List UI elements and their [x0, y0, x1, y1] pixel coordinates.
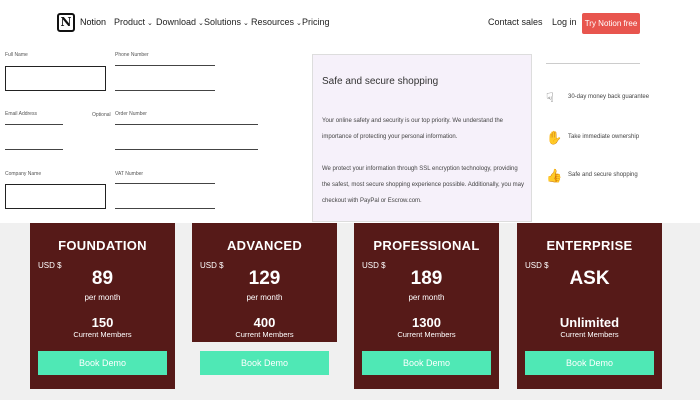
- notion-logo-icon[interactable]: N: [57, 13, 75, 32]
- brand-name[interactable]: Notion: [80, 17, 106, 27]
- plan-card-enterprise: ENTERPRISE USD $ ASK Unlimited Current M…: [517, 223, 662, 389]
- plan-price: 89: [91, 268, 114, 289]
- plan-members: 1300: [412, 315, 441, 330]
- secure-paragraph-1: Your online safety and security is our t…: [322, 118, 503, 140]
- full-name-input[interactable]: [5, 66, 106, 91]
- phone-number-input[interactable]: [115, 65, 215, 66]
- top-nav: N Notion Product ⌄ Download ⌄ Solutions ⌄ R…: [0, 0, 700, 46]
- email-address-label: Email Address: [5, 111, 37, 117]
- feature-label: 30-day money back guarantee: [568, 94, 650, 100]
- vat-number-input[interactable]: [115, 183, 215, 184]
- order-number-input-2[interactable]: [115, 149, 258, 150]
- plan-price: 129: [248, 268, 281, 289]
- feature-label: Safe and secure shopping: [568, 172, 638, 178]
- full-name-label: Full Name: [5, 52, 28, 58]
- book-demo-button[interactable]: Book Demo: [362, 351, 491, 375]
- plan-price: 189: [410, 268, 443, 289]
- plan-period: per month: [408, 293, 445, 302]
- company-name-label: Company Name: [5, 171, 42, 177]
- plan-name: ADVANCED: [226, 238, 303, 253]
- plan-card-professional: PROFESSIONAL USD $ 189 per month 1300 Cu…: [354, 223, 499, 389]
- checkout-form-section: Full Name Phone Number Email Address Opt…: [0, 46, 700, 223]
- secure-shopping-panel: Safe and secure shopping Your online saf…: [312, 54, 532, 222]
- company-name-input[interactable]: [5, 184, 106, 209]
- secure-shopping-title: Safe and secure shopping: [322, 76, 439, 87]
- email-address-input-2[interactable]: [5, 149, 63, 150]
- nav-resources[interactable]: Resources ⌄: [251, 17, 302, 27]
- money-back-icon: ☟: [546, 90, 554, 105]
- try-notion-free-button[interactable]: Try Notion free: [582, 13, 640, 34]
- secure-paragraph-2: We protect your information through SSL …: [322, 166, 525, 204]
- plan-card-foundation: FOUNDATION USD $ 89 per month 150 Curren…: [30, 223, 175, 389]
- plan-members: Unlimited: [559, 315, 620, 330]
- plan-name: PROFESSIONAL: [373, 238, 480, 253]
- contact-sales-link[interactable]: Contact sales: [488, 17, 543, 27]
- book-demo-button[interactable]: Book Demo: [525, 351, 654, 375]
- optional-label: Optional: [92, 112, 111, 118]
- divider: [546, 56, 640, 64]
- plan-members-label: Current Members: [560, 330, 619, 339]
- feature-label: Take immediate ownership: [568, 134, 640, 140]
- chevron-down-icon: ⌄: [147, 20, 153, 27]
- plan-members-label: Current Members: [235, 330, 294, 339]
- plan-members: 150: [91, 315, 114, 330]
- phone-number-input-2[interactable]: [115, 90, 215, 91]
- chevron-down-icon: ⌄: [243, 20, 249, 27]
- plan-card-advanced: ADVANCED USD $ 129 per month 400 Current…: [192, 223, 337, 342]
- nav-solutions[interactable]: Solutions ⌄: [204, 17, 249, 27]
- phone-number-label: Phone Number: [115, 52, 149, 58]
- plan-period: per month: [246, 293, 283, 302]
- book-demo-button[interactable]: Book Demo: [38, 351, 167, 375]
- plan-members-label: Current Members: [73, 330, 132, 339]
- plan-name: FOUNDATION: [58, 238, 147, 253]
- plan-period: per month: [84, 293, 121, 302]
- order-number-label: Order Number: [115, 111, 147, 117]
- plan-members-label: Current Members: [397, 330, 456, 339]
- vat-number-label: VAT Number: [115, 171, 144, 177]
- vat-number-input-2[interactable]: [115, 208, 215, 209]
- order-number-input[interactable]: [115, 124, 258, 125]
- plan-members: 400: [253, 315, 276, 330]
- ownership-icon: ✋: [546, 130, 563, 145]
- plan-price: ASK: [569, 268, 610, 289]
- thumbs-up-icon: 👍: [546, 168, 563, 183]
- nav-product[interactable]: Product ⌄: [114, 17, 153, 27]
- book-demo-button[interactable]: Book Demo: [200, 351, 329, 375]
- plan-name: ENTERPRISE: [546, 238, 633, 253]
- nav-download[interactable]: Download ⌄: [156, 17, 204, 27]
- nav-pricing[interactable]: Pricing: [302, 17, 332, 27]
- login-link[interactable]: Log in: [552, 17, 577, 27]
- email-address-input[interactable]: [5, 124, 63, 125]
